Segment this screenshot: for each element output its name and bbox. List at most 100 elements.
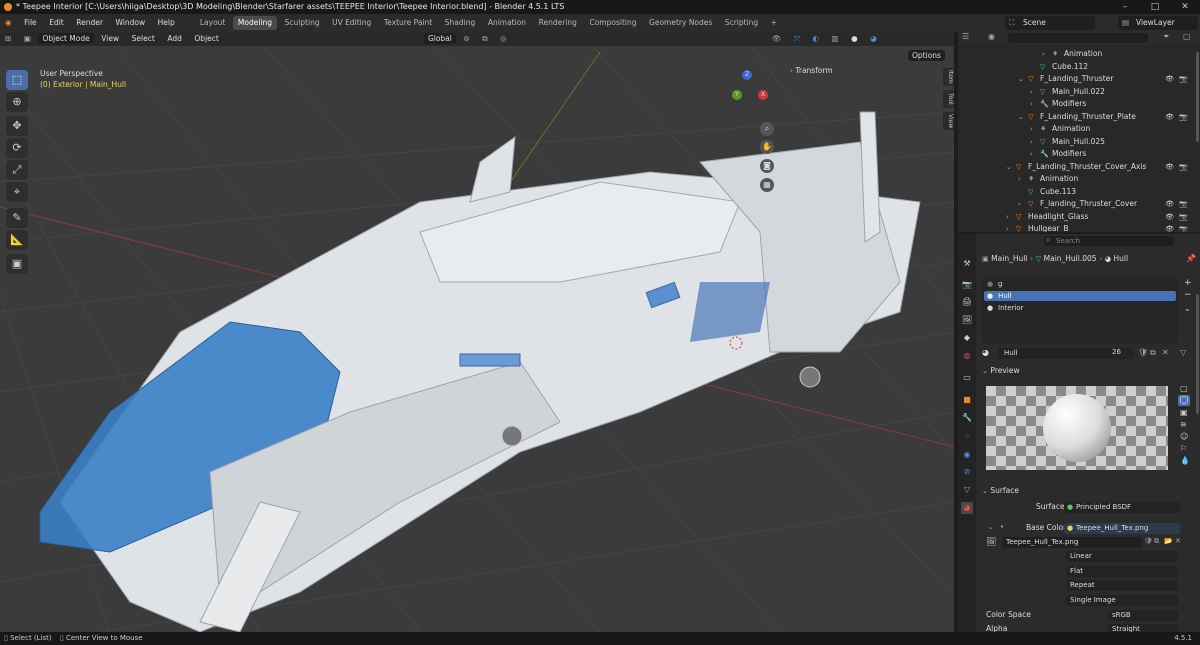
outliner[interactable]: ☰ ◉ ⏷ ▢ › ⚘ Animation ▽ Cube.112 ⌄ ▽ F_Landing_… <box>958 32 1200 232</box>
pivot-icon[interactable]: ⊚ <box>458 32 474 46</box>
outliner-search-input[interactable] <box>1008 33 1148 43</box>
outliner-scrollbar[interactable] <box>1196 52 1199 142</box>
source-dropdown[interactable]: Single Image <box>1066 595 1178 606</box>
sidebar-tab-view[interactable]: View <box>943 112 954 130</box>
outliner-row[interactable]: ▽ Cube.113 <box>958 186 1190 199</box>
tab-rendering[interactable]: Rendering <box>534 16 582 30</box>
outliner-display-mode-icon[interactable]: ◉ <box>988 32 995 41</box>
chevron-down-icon[interactable]: ⌄ <box>1018 73 1024 86</box>
chevron-right-icon[interactable]: › <box>1030 98 1033 111</box>
pan-hand-icon[interactable]: ✋ <box>760 140 774 154</box>
eye-icon[interactable]: 👁 <box>1165 73 1174 86</box>
camera-render-icon[interactable]: 📷 <box>1179 161 1188 174</box>
tab-modeling[interactable]: Modeling <box>232 16 278 30</box>
image-browse-icon[interactable]: 🖼 <box>986 537 996 546</box>
menu-render[interactable]: Render <box>71 14 108 32</box>
navigation-gizmo[interactable]: Z X Y <box>728 70 770 112</box>
open-image-icon[interactable]: 📂 <box>1164 537 1173 545</box>
tab-scripting[interactable]: Scripting <box>720 16 763 30</box>
move-tool-icon[interactable]: ✥ <box>6 116 28 136</box>
chevron-right-icon[interactable]: › <box>1042 48 1045 61</box>
overlay-icon[interactable]: ◐ <box>807 32 824 46</box>
shading-solid-icon[interactable]: ● <box>846 32 863 46</box>
camera-render-icon[interactable]: 📷 <box>1179 111 1188 124</box>
minimize-button[interactable]: – <box>1110 0 1140 14</box>
eye-icon[interactable]: 👁 <box>1165 111 1174 124</box>
slot-specials-icon[interactable]: ⌄ <box>1184 304 1191 313</box>
constraints-tab-icon[interactable]: ⊘ <box>961 466 973 478</box>
tab-compositing[interactable]: Compositing <box>584 16 641 30</box>
outliner-editor-icon[interactable]: ☰ <box>962 32 969 41</box>
chevron-right-icon[interactable]: › <box>1030 136 1033 149</box>
filter-icon[interactable]: ⏷ <box>1163 32 1169 42</box>
outliner-row[interactable]: ⌄ ▽ F_Landing_Thruster_Cover_Axis 👁 📷 <box>958 161 1190 174</box>
view-layer-selector[interactable]: ▤ ViewLayer <box>1118 16 1198 30</box>
alpha-dropdown[interactable]: Straight <box>1108 624 1178 632</box>
chevron-down-icon[interactable]: ⌄ <box>1018 111 1024 124</box>
physics-tab-icon[interactable]: ◉ <box>961 449 973 461</box>
outliner-row[interactable]: › ▽ Main_Hull.022 <box>958 86 1190 99</box>
gizmo-y[interactable]: Y <box>732 90 742 100</box>
image-fake-user-icon[interactable]: 🛡 <box>1144 537 1153 545</box>
object-tab-icon[interactable]: ■ <box>961 394 973 406</box>
eye-icon[interactable]: 👁 <box>1165 211 1174 224</box>
material-slot-list[interactable]: ● g ● Hull ● Interior <box>982 276 1178 344</box>
camera-render-icon[interactable]: 📷 <box>1179 198 1188 211</box>
outliner-row[interactable]: › ⚘ Animation <box>958 173 1190 186</box>
data-tab-icon[interactable]: ▽ <box>961 484 973 496</box>
world-tab-icon[interactable]: ◍ <box>961 350 973 362</box>
properties-search-input[interactable]: Search <box>1044 236 1174 246</box>
tab-texture-paint[interactable]: Texture Paint <box>379 16 437 30</box>
scene-selector[interactable]: ⛶ Scene <box>1005 16 1095 30</box>
cursor-tool-icon[interactable]: ⊕ <box>6 92 28 112</box>
unlink-image-icon[interactable]: ✕ <box>1175 537 1181 545</box>
gizmo-icon[interactable]: ⤧ <box>789 32 805 46</box>
outliner-row[interactable]: ⌄ ▽ F_Landing_Thruster 👁 📷 <box>958 73 1190 86</box>
select-mode-icon[interactable]: ▣ <box>19 32 36 46</box>
properties-editor[interactable]: ⚙ Search ⌕ ⚒ 📷 🖨 🖼 ◆ ◍ ▭ ■ 🔧 ⁘ ◉ ⊘ ▽ ◕ ▣… <box>958 234 1200 632</box>
outliner-row[interactable]: › ▽ Main_Hull.025 <box>958 136 1190 149</box>
new-image-icon[interactable]: ⧉ <box>1154 537 1159 546</box>
view-layer-tab-icon[interactable]: 🖼 <box>961 314 973 326</box>
mode-dropdown[interactable]: Object Mode <box>38 33 94 44</box>
camera-render-icon[interactable]: 📷 <box>1179 73 1188 86</box>
chevron-right-icon[interactable]: › <box>1030 148 1033 161</box>
zoom-icon[interactable]: ⌕ <box>760 122 774 136</box>
editor-type-icon[interactable]: ⊞ <box>0 32 16 46</box>
proportional-edit-icon[interactable]: ◎ <box>495 32 512 46</box>
shading-material-icon[interactable]: ◕ <box>865 32 882 46</box>
gizmo-x[interactable]: X <box>758 90 768 100</box>
material-slot[interactable]: ● g <box>984 279 1176 289</box>
transform-orientation-dropdown[interactable]: Global <box>423 33 456 44</box>
material-browse-icon[interactable]: ◕ <box>982 348 989 357</box>
surface-panel-header[interactable]: ⌄ Surface <box>982 486 1182 498</box>
chevron-right-icon[interactable]: › <box>1006 223 1009 232</box>
outliner-row[interactable]: › ⚘ Animation <box>958 123 1190 136</box>
measure-tool-icon[interactable]: 📐 <box>6 230 28 250</box>
camera-render-icon[interactable]: 📷 <box>1179 211 1188 224</box>
select-box-tool-icon[interactable]: ⬚ <box>6 70 28 90</box>
add-slot-button[interactable]: + <box>1184 278 1192 288</box>
base-color-field[interactable]: ● Teepee_Hull_Tex.png <box>1064 523 1180 534</box>
extension-dropdown[interactable]: Repeat <box>1066 580 1178 591</box>
interpolation-dropdown[interactable]: Linear <box>1066 551 1178 562</box>
menu-window[interactable]: Window <box>111 14 151 32</box>
menu-edit[interactable]: Edit <box>44 14 69 32</box>
unlink-material-icon[interactable]: ✕ <box>1162 348 1169 357</box>
tool-tab-icon[interactable]: ⚒ <box>961 258 973 270</box>
new-collection-icon[interactable]: ▢ <box>1183 32 1191 41</box>
cube-preview-icon[interactable]: ▣ <box>1180 408 1188 417</box>
outliner-row[interactable]: › 🔧 Modifiers <box>958 148 1190 161</box>
sidebar-tab-item[interactable]: Item <box>943 68 954 86</box>
projection-dropdown[interactable]: Flat <box>1066 566 1178 577</box>
perspective-grid-icon[interactable]: ▦ <box>760 178 774 192</box>
options-button[interactable]: Options <box>908 50 945 61</box>
tab-geometry-nodes[interactable]: Geometry Nodes <box>644 16 717 30</box>
properties-scrollbar[interactable] <box>1196 294 1199 414</box>
render-tab-icon[interactable]: 📷 <box>961 279 973 291</box>
material-user-count[interactable]: 26 <box>1112 348 1121 356</box>
maximize-button[interactable]: □ <box>1140 0 1170 14</box>
camera-render-icon[interactable]: 📷 <box>1179 223 1188 232</box>
pin-icon[interactable]: 📌 <box>1186 254 1196 263</box>
keyframe-dot-icon[interactable]: • <box>1000 523 1004 531</box>
